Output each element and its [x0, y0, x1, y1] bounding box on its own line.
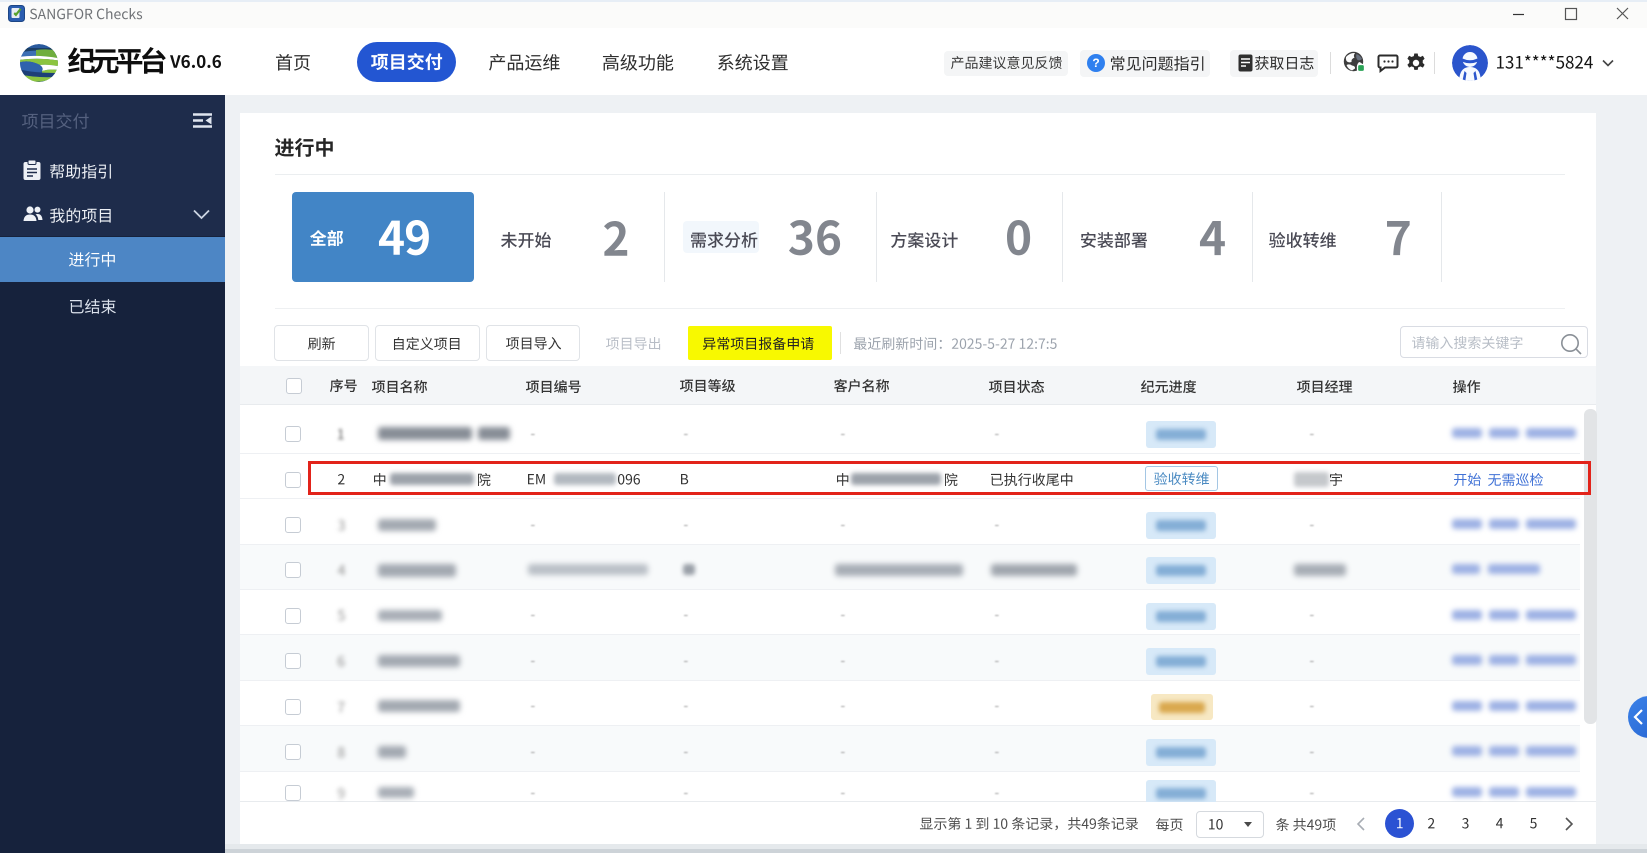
svg-text:?: ?	[1092, 56, 1099, 70]
